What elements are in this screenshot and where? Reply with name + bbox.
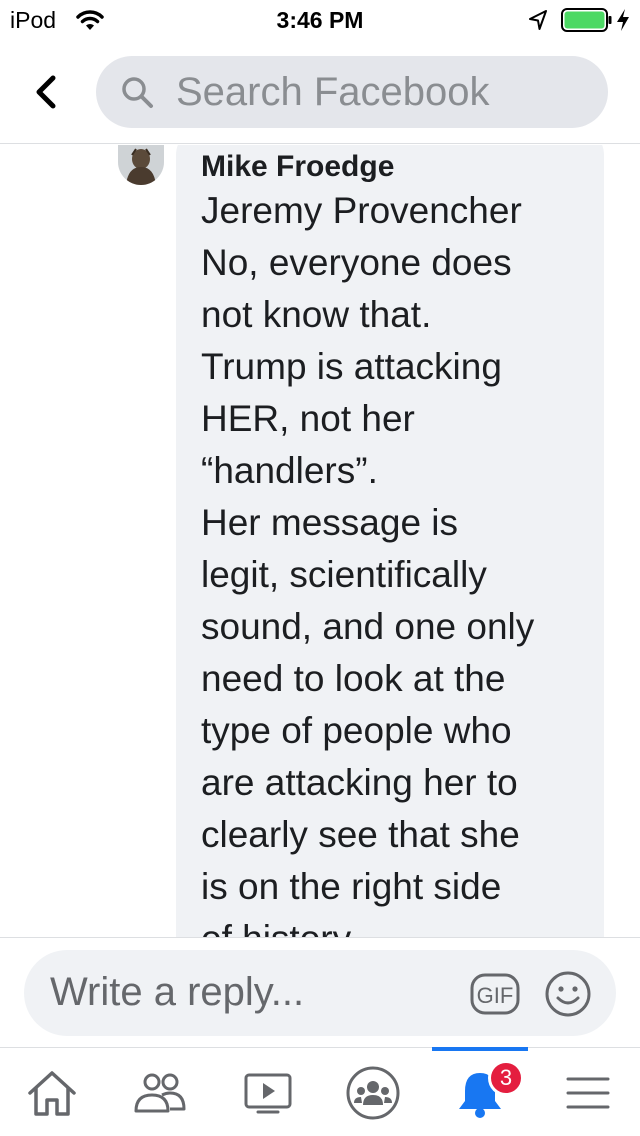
comment-text-line: HER, not her (201, 398, 415, 439)
comment-text-line: Jeremy Provencher (201, 190, 522, 231)
notification-badge: 3 (488, 1060, 524, 1096)
active-tab-indicator (432, 1047, 528, 1051)
comment-thread: Mike Froedge Jeremy Provencher No, every… (0, 145, 640, 937)
search-input[interactable]: Search Facebook (96, 56, 608, 128)
hamburger-icon (566, 1077, 610, 1109)
reply-placeholder: Write a reply... (50, 970, 305, 1014)
reply-bar: Write a reply... GIF (0, 937, 640, 1047)
battery-icon (561, 8, 612, 32)
video-icon (244, 1073, 292, 1114)
comment-text-line: is on the right side (201, 866, 502, 907)
tab-friends[interactable] (120, 1058, 200, 1128)
comment-text-line: No, everyone does (201, 242, 512, 283)
comment-text-line: “handlers”. (201, 450, 378, 491)
comment-text-line: clearly see that she (201, 814, 520, 855)
gif-label: GIF (477, 983, 514, 1008)
home-icon (28, 1071, 76, 1116)
tab-bar: 3 (0, 1047, 640, 1136)
friends-icon (134, 1073, 186, 1113)
comment-text-line: Her message is (201, 502, 459, 543)
comment-text-line: not know that. (201, 294, 432, 335)
comment-text-line: type of people who (201, 710, 512, 751)
status-bar: iPod 3:46 PM (0, 0, 640, 40)
comment-text-line: of history. (201, 913, 580, 937)
smiley-icon[interactable] (544, 970, 592, 1018)
comment-text-line: legit, scientifically (201, 554, 487, 595)
back-button[interactable] (24, 68, 68, 116)
search-placeholder: Search Facebook (176, 69, 490, 114)
comment-author[interactable]: Mike Froedge (201, 149, 580, 185)
comment-text-line: are attacking her to (201, 762, 518, 803)
avatar[interactable] (118, 145, 164, 185)
tab-watch[interactable] (228, 1058, 308, 1128)
charging-bolt-icon (617, 9, 629, 31)
location-arrow-icon (529, 10, 547, 30)
tab-menu[interactable] (548, 1058, 628, 1128)
tab-home[interactable] (12, 1058, 92, 1128)
gif-button[interactable]: GIF (470, 973, 520, 1015)
search-icon (122, 77, 153, 108)
groups-icon (346, 1066, 400, 1120)
tab-notifications[interactable]: 3 (440, 1058, 524, 1128)
chevron-left-icon (36, 75, 56, 109)
header: Search Facebook (0, 40, 640, 144)
comment-bubble: Mike Froedge Jeremy Provencher No, every… (176, 145, 604, 937)
comment-text: Jeremy Provencher No, everyone does not … (201, 185, 580, 937)
avatar-photo (118, 145, 164, 185)
comment-text-line: sound, and one only (201, 606, 535, 647)
comment-text-line: Trump is attacking (201, 346, 502, 387)
tab-groups[interactable] (333, 1058, 413, 1128)
comment-text-line: need to look at the (201, 658, 506, 699)
reply-input[interactable]: Write a reply... GIF (24, 950, 616, 1036)
